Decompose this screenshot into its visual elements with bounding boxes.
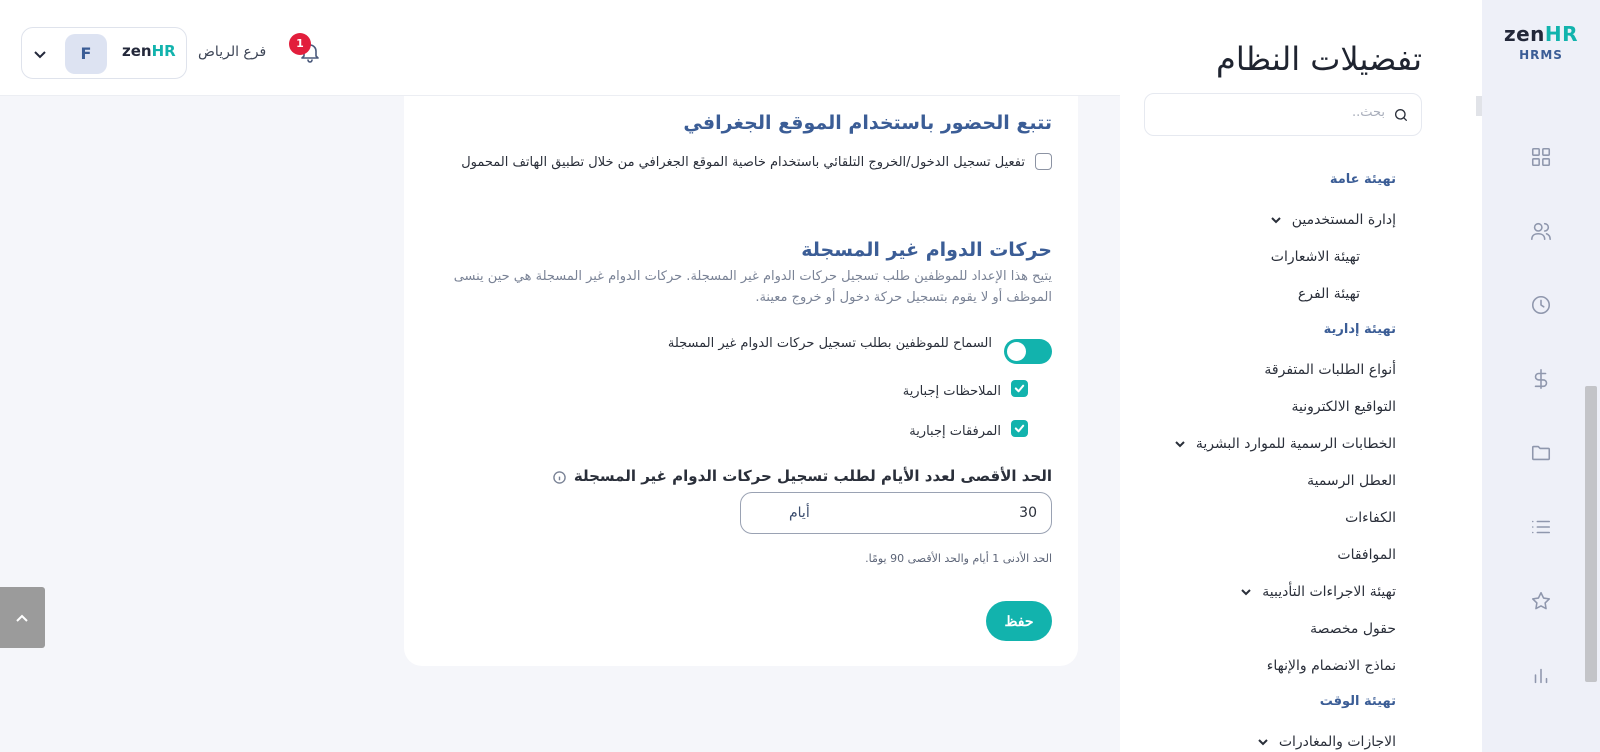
page-title: تفضيلات النظام <box>1216 40 1422 78</box>
geo-section-title: تتبع الحضور باستخدام الموقع الجغرافي <box>683 112 1052 134</box>
nav-item-label: الاجازات والمغادرات <box>1278 734 1396 750</box>
top-bar: F zenHR فرع الرياض 1 <box>0 0 1120 96</box>
nav-item-approvals[interactable]: الموافقات <box>1337 547 1396 563</box>
list-icon[interactable] <box>1530 516 1552 538</box>
max-days-value: 30 <box>1019 505 1037 521</box>
max-days-label: الحد الأقصى لعدد الأيام لطلب تسجيل حركات… <box>553 467 1052 485</box>
info-icon[interactable] <box>553 470 566 484</box>
logo-product: HRMS <box>1519 48 1563 62</box>
nav-item-misc-requests[interactable]: أنواع الطلبات المتفرقة <box>1264 362 1396 378</box>
chevron-down-icon <box>1240 586 1252 598</box>
allow-unrecorded-toggle[interactable] <box>1004 339 1052 364</box>
logo-hr-text: HR <box>1544 22 1579 46</box>
company-logo: zenHR <box>122 42 176 60</box>
dollar-icon[interactable] <box>1530 368 1552 390</box>
nav-item-users[interactable]: إدارة المستخدمين <box>1270 212 1396 228</box>
allow-unrecorded-label: السماح للموظفين بطلب تسجيل حركات الدوام … <box>667 336 992 351</box>
chevron-down-icon <box>1270 214 1282 226</box>
nav-item-label: تهيئة الاجراءات التأديبية <box>1262 584 1396 600</box>
nav-item-leaves[interactable]: الاجازات والمغادرات <box>1257 734 1396 750</box>
nav-item-esign[interactable]: التواقيع الالكترونية <box>1291 399 1396 415</box>
search-icon <box>1393 107 1409 123</box>
avatar[interactable]: F <box>65 34 107 74</box>
geo-checkbox-label: تفعيل تسجيل الدخول/الخروج التلقائي باستخ… <box>461 155 1025 170</box>
folder-icon[interactable] <box>1530 442 1552 464</box>
save-button[interactable]: حفظ <box>986 601 1052 641</box>
nav-item-notifications[interactable]: تهيئة الاشعارات <box>1271 249 1360 265</box>
nav-item-label: إدارة المستخدمين <box>1291 212 1396 228</box>
nav-item-disciplinary[interactable]: تهيئة الاجراءات التأديبية <box>1240 584 1396 600</box>
nav-item-label: الخطابات الرسمية للموارد البشرية <box>1195 436 1396 452</box>
star-icon[interactable] <box>1530 590 1552 612</box>
nav-item-custom-fields[interactable]: حقول مخصصة <box>1310 621 1396 637</box>
unrecorded-description: يتيح هذا الإعداد للموظفين طلب تسجيل حركا… <box>453 269 1052 305</box>
unrecorded-section-title: حركات الدوام غير المسجلة <box>801 239 1052 261</box>
chevron-down-icon <box>1174 438 1186 450</box>
settings-card: تتبع الحضور باستخدام الموقع الجغرافي تفع… <box>404 96 1078 666</box>
nav-item-branch[interactable]: تهيئة الفرع <box>1298 286 1360 302</box>
settings-nav-panel: تفضيلات النظام تهيئة عامة إدارة المستخدم… <box>1120 0 1482 752</box>
nav-item-onboarding[interactable]: نماذج الانضمام والإنهاء <box>1267 658 1396 674</box>
nav-section-time: تهيئة الوقت <box>1319 694 1396 709</box>
max-days-hint: الحد الأدنى 1 أيام والحد الأقصى 90 يومًا… <box>865 552 1052 565</box>
nav-search[interactable] <box>1144 93 1422 136</box>
max-days-unit: أيام <box>789 505 810 521</box>
attachments-required-row[interactable]: المرفقات إجبارية <box>909 420 1028 442</box>
chevron-down-icon <box>1257 736 1269 748</box>
nav-section-general: تهيئة عامة <box>1329 172 1396 187</box>
nav-section-admin: تهيئة إدارية <box>1323 322 1396 337</box>
notes-required-label: الملاحظات إجبارية <box>902 384 1001 399</box>
chevron-down-icon[interactable] <box>33 46 47 60</box>
geo-checkbox[interactable] <box>1035 153 1052 170</box>
clock-icon[interactable] <box>1530 294 1552 316</box>
app-logo[interactable]: zenHR HRMS <box>1482 22 1600 62</box>
nav-item-holidays[interactable]: العطل الرسمية <box>1307 473 1396 489</box>
icon-rail: zenHR HRMS <box>1482 0 1600 752</box>
notification-badge[interactable]: 1 <box>289 33 311 55</box>
attachments-required-label: المرفقات إجبارية <box>909 424 1001 439</box>
dashboard-icon[interactable] <box>1530 146 1552 168</box>
nav-scrollbar[interactable] <box>1476 96 1482 116</box>
branch-name: فرع الرياض <box>198 44 267 60</box>
users-icon[interactable] <box>1530 220 1552 242</box>
branch-switcher[interactable]: F zenHR <box>21 27 187 79</box>
chevron-up-icon <box>16 614 28 622</box>
company-logo-hr: HR <box>151 42 176 60</box>
max-days-input[interactable]: 30 أيام <box>740 492 1052 534</box>
nav-search-input[interactable] <box>1165 105 1385 120</box>
company-logo-zen: zen <box>122 42 152 60</box>
max-days-label-text: الحد الأقصى لعدد الأيام لطلب تسجيل حركات… <box>573 467 1052 485</box>
page-scrollbar-thumb[interactable] <box>1585 386 1597 682</box>
notes-required-checkbox[interactable] <box>1011 380 1028 397</box>
nav-item-competencies[interactable]: الكفاءات <box>1345 510 1396 526</box>
logo-zen-text: zen <box>1503 22 1545 46</box>
notes-required-row[interactable]: الملاحظات إجبارية <box>903 380 1028 402</box>
toggle-knob <box>1007 342 1026 361</box>
nav-item-hr-letters[interactable]: الخطابات الرسمية للموارد البشرية <box>1174 436 1396 452</box>
page-scrollbar[interactable] <box>1584 0 1600 752</box>
scroll-top-button[interactable] <box>0 587 45 648</box>
attachments-required-checkbox[interactable] <box>1011 420 1028 437</box>
chart-icon[interactable] <box>1530 664 1552 686</box>
geo-checkbox-row[interactable]: تفعيل تسجيل الدخول/الخروج التلقائي باستخ… <box>452 151 1052 173</box>
